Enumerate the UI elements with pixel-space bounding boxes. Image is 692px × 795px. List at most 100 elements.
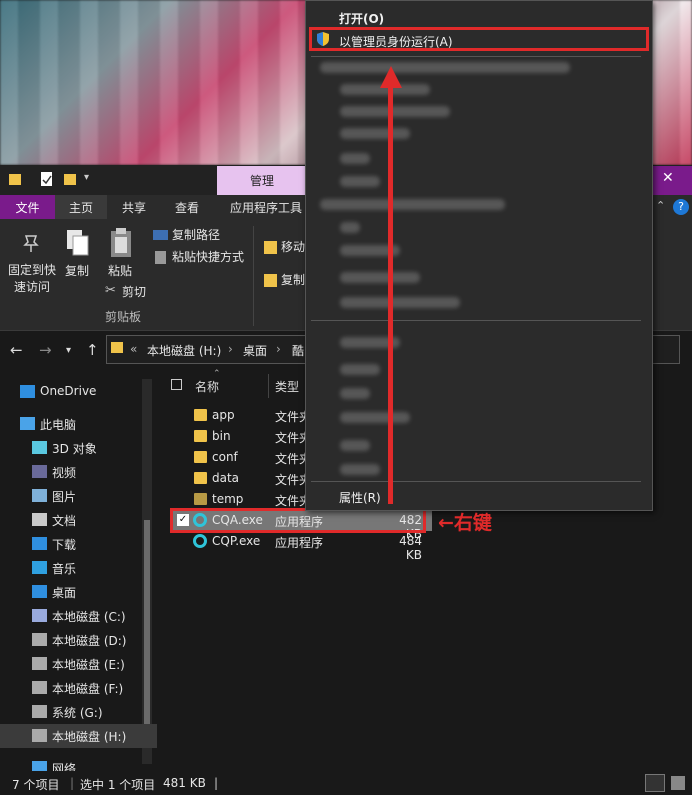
- blurred-menu-item[interactable]: [340, 388, 370, 399]
- sidebar-item[interactable]: 此电脑: [0, 412, 157, 436]
- blurred-menu-item[interactable]: [320, 62, 570, 73]
- menu-separator: [311, 320, 641, 321]
- sidebar-item[interactable]: 视频: [0, 460, 157, 484]
- tab-manage[interactable]: 管理: [217, 166, 307, 195]
- sidebar-item-label: 文档: [52, 514, 77, 528]
- annotation-arrow-head: [380, 66, 402, 88]
- blurred-menu-item[interactable]: [340, 153, 370, 164]
- blurred-menu-item[interactable]: [340, 464, 380, 475]
- blurred-menu-item[interactable]: [340, 106, 450, 117]
- ribbon-divider: [253, 226, 254, 326]
- tab-app-tools[interactable]: 应用程序工具: [220, 195, 312, 219]
- up-icon[interactable]: ↑: [86, 341, 99, 359]
- tab-home[interactable]: 主页: [55, 195, 107, 219]
- sidebar-item[interactable]: 本地磁盘 (E:): [0, 652, 157, 676]
- menu-item-open[interactable]: 打开(O): [339, 10, 384, 27]
- column-header-type[interactable]: 类型: [275, 378, 299, 395]
- sidebar-item-label: 3D 对象: [52, 442, 97, 456]
- blurred-menu-item[interactable]: [340, 176, 380, 187]
- tab-view[interactable]: 查看: [162, 195, 212, 219]
- breadcrumb-overflow[interactable]: «: [130, 342, 137, 356]
- sidebar-item[interactable]: 3D 对象: [0, 436, 157, 460]
- new-folder-icon[interactable]: [63, 171, 77, 187]
- pin-line1: 固定到快: [7, 263, 56, 277]
- sidebar-item[interactable]: 下载: [0, 532, 157, 556]
- folder-icon: [111, 342, 123, 353]
- tab-share[interactable]: 共享: [110, 195, 158, 219]
- recent-locations-icon[interactable]: ▾: [66, 345, 71, 356]
- blurred-menu-item[interactable]: [340, 272, 420, 283]
- copy-to-icon: [264, 274, 277, 287]
- cut-button[interactable]: 剪切: [122, 284, 146, 301]
- help-icon[interactable]: ?: [673, 199, 689, 215]
- large-icons-view-icon[interactable]: [671, 776, 685, 790]
- menu-separator: [311, 481, 641, 482]
- sidebar-item[interactable]: 系统 (G:): [0, 700, 157, 724]
- sidebar-item-label: 本地磁盘 (D:): [52, 634, 127, 648]
- blurred-menu-item[interactable]: [320, 199, 505, 210]
- sidebar-item[interactable]: 本地磁盘 (H:): [0, 724, 157, 748]
- status-size: 481 KB: [163, 776, 206, 790]
- customize-toolbar-icon[interactable]: ▾: [84, 172, 89, 183]
- sidebar-item-label: 桌面: [52, 586, 77, 600]
- video-icon: [32, 465, 47, 478]
- breadcrumb-desktop[interactable]: 桌面: [243, 342, 267, 359]
- file-name: bin: [212, 429, 231, 443]
- file-name: conf: [212, 450, 238, 464]
- desktop-icon: [32, 585, 47, 598]
- blurred-menu-item[interactable]: [340, 440, 370, 451]
- pin-icon: [23, 235, 39, 252]
- sidebar-item[interactable]: 文档: [0, 508, 157, 532]
- copy-path-icon: [153, 230, 168, 240]
- properties-icon[interactable]: [40, 171, 54, 187]
- forward-icon[interactable]: →: [39, 341, 52, 359]
- details-view-icon[interactable]: [645, 774, 665, 792]
- file-name: data: [212, 471, 240, 485]
- file-type: 应用程序: [275, 536, 324, 550]
- move-to-button[interactable]: 移动: [281, 239, 305, 256]
- breadcrumb-drive-h[interactable]: 本地磁盘 (H:): [147, 342, 221, 359]
- drive-icon: [32, 729, 47, 742]
- pin-to-quick-access-button[interactable]: 固定到快 速访问: [4, 262, 60, 296]
- sidebar-item[interactable]: 本地磁盘 (C:): [0, 604, 157, 628]
- sidebar-item[interactable]: 本地磁盘 (D:): [0, 628, 157, 652]
- blurred-menu-item[interactable]: [340, 222, 360, 233]
- paste-shortcut-button[interactable]: 粘贴快捷方式: [172, 249, 244, 266]
- blurred-menu-item[interactable]: [340, 297, 460, 308]
- sidebar-item[interactable]: 桌面: [0, 580, 157, 604]
- highlight-box-cqa: [170, 508, 426, 533]
- copy-path-button[interactable]: 复制路径: [172, 227, 220, 244]
- breadcrumb-current[interactable]: 酷: [292, 342, 304, 359]
- blurred-menu-item[interactable]: [340, 128, 410, 139]
- sidebar-item-label: 系统 (G:): [52, 706, 103, 720]
- collapse-ribbon-icon[interactable]: ⌃: [656, 199, 665, 212]
- file-size: 484 KB: [399, 534, 422, 562]
- sidebar-item[interactable]: 本地磁盘 (F:): [0, 676, 157, 700]
- cube-icon: [32, 441, 47, 454]
- copy-button[interactable]: 复制: [62, 263, 92, 280]
- column-header-name[interactable]: 名称: [195, 378, 219, 395]
- file-row[interactable]: CQP.exe 应用程序 484 KB: [172, 531, 432, 562]
- sidebar-item[interactable]: 音乐: [0, 556, 157, 580]
- drive-c-icon: [32, 609, 47, 622]
- copy-to-button[interactable]: 复制: [281, 272, 305, 289]
- sidebar-item-label: 本地磁盘 (H:): [52, 730, 127, 744]
- blurred-menu-item[interactable]: [340, 412, 410, 423]
- menu-item-properties[interactable]: 属性(R): [339, 489, 381, 506]
- status-divider: |: [70, 776, 75, 790]
- folder-icon: [194, 472, 207, 484]
- sidebar-item[interactable]: OneDrive: [0, 380, 157, 404]
- sidebar-item-label: 本地磁盘 (C:): [52, 610, 126, 624]
- blurred-menu-item[interactable]: [340, 364, 380, 375]
- minimize-icon[interactable]: ✕: [662, 170, 674, 186]
- status-selected: 选中 1 个项目: [80, 778, 156, 792]
- computer-icon: [20, 417, 35, 430]
- back-icon[interactable]: ←: [10, 341, 23, 359]
- annotation-arrow-line: [388, 86, 393, 504]
- tab-file[interactable]: 文件: [0, 195, 55, 219]
- select-all-checkbox[interactable]: [171, 379, 182, 390]
- sidebar-item[interactable]: 图片: [0, 484, 157, 508]
- paste-button[interactable]: 粘贴: [105, 263, 135, 280]
- clipboard-group-label: 剪贴板: [105, 310, 142, 324]
- column-divider: [268, 374, 269, 398]
